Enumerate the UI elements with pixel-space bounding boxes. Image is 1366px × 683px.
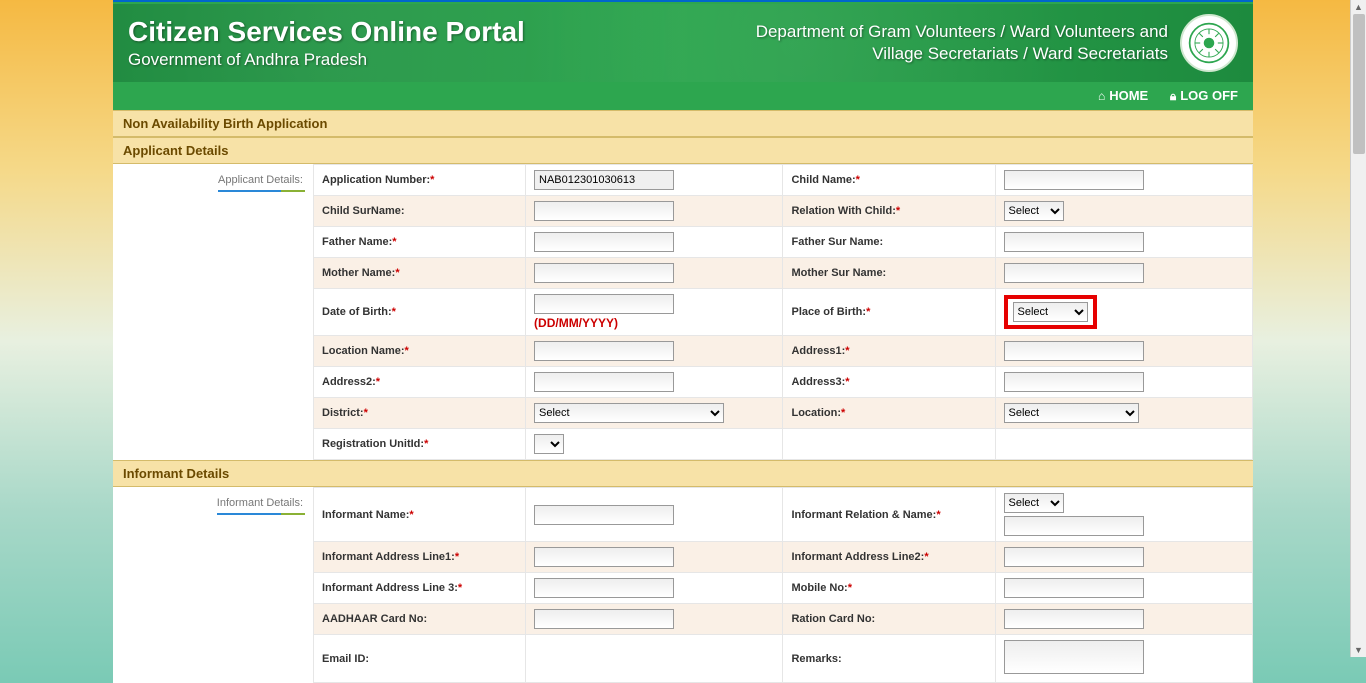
input-informant-addr2[interactable] [1004, 547, 1144, 567]
input-informant-relation-name[interactable] [1004, 516, 1144, 536]
label-mobile-no: Mobile No:* [783, 573, 995, 604]
scroll-down-icon[interactable]: ▼ [1354, 645, 1363, 655]
label-remarks: Remarks: [783, 635, 995, 683]
select-relation-child[interactable]: Select [1004, 201, 1064, 221]
scrollbar[interactable]: ▲ ▼ [1350, 0, 1366, 657]
informant-form-area: Informant Details: Informant Name:* Info… [113, 487, 1253, 683]
place-of-birth-highlight: Select [1004, 295, 1097, 329]
lock-icon: 🔒︎ [1170, 89, 1176, 103]
label-informant-name: Informant Name:* [314, 488, 526, 542]
label-informant-relation: Informant Relation & Name:* [783, 488, 995, 542]
input-informant-addr3[interactable] [534, 578, 674, 598]
dept-line2: Village Secretariats / Ward Secretariats [756, 43, 1168, 65]
textarea-remarks[interactable] [1004, 640, 1144, 674]
informant-side-label: Informant Details: [113, 487, 313, 683]
label-ration: Ration Card No: [783, 604, 995, 635]
input-aadhaar[interactable] [534, 609, 674, 629]
portal-title: Citizen Services Online Portal [128, 16, 525, 48]
applicant-form-area: Applicant Details: Application Number:* … [113, 164, 1253, 460]
input-father-name[interactable] [534, 232, 674, 252]
input-father-surname[interactable] [1004, 232, 1144, 252]
applicant-section-title: Applicant Details [113, 137, 1253, 164]
portal-subtitle: Government of Andhra Pradesh [128, 50, 525, 70]
nav-home[interactable]: ⌂HOME [1098, 88, 1148, 103]
applicant-side-label: Applicant Details: [113, 164, 313, 460]
label-child-name: Child Name:* [783, 165, 995, 196]
informant-form-table: Informant Name:* Informant Relation & Na… [313, 487, 1253, 683]
department-text: Department of Gram Volunteers / Ward Vol… [756, 21, 1168, 65]
label-child-surname: Child SurName: [314, 196, 526, 227]
input-child-name[interactable] [1004, 170, 1144, 190]
nav-logoff[interactable]: 🔒︎LOG OFF [1170, 88, 1238, 103]
label-registration-unit: Registration UnitId:* [314, 429, 526, 460]
page-container: Citizen Services Online Portal Governmen… [113, 0, 1253, 683]
label-place-of-birth: Place of Birth:* [783, 289, 995, 336]
label-mother-surname: Mother Sur Name: [783, 258, 995, 289]
label-informant-addr2: Informant Address Line2:* [783, 542, 995, 573]
page-title: Non Availability Birth Application [113, 110, 1253, 137]
label-application-number: Application Number:* [314, 165, 526, 196]
header-left: Citizen Services Online Portal Governmen… [128, 16, 525, 70]
label-email: Email ID: [314, 635, 526, 683]
applicant-form-table: Application Number:* Child Name:* Child … [313, 164, 1253, 460]
dob-hint: (DD/MM/YYYY) [534, 316, 774, 330]
label-aadhaar: AADHAAR Card No: [314, 604, 526, 635]
input-ration[interactable] [1004, 609, 1144, 629]
label-location-name: Location Name:* [314, 336, 526, 367]
input-dob[interactable] [534, 294, 674, 314]
input-mother-surname[interactable] [1004, 263, 1144, 283]
govt-logo [1180, 14, 1238, 72]
label-father-surname: Father Sur Name: [783, 227, 995, 258]
label-address2: Address2:* [314, 367, 526, 398]
select-location[interactable]: Select [1004, 403, 1139, 423]
home-icon: ⌂ [1098, 89, 1105, 103]
header-banner: Citizen Services Online Portal Governmen… [113, 4, 1253, 82]
input-location-name[interactable] [534, 341, 674, 361]
emblem-icon [1187, 21, 1231, 65]
label-address3: Address3:* [783, 367, 995, 398]
input-application-number[interactable] [534, 170, 674, 190]
scroll-up-icon[interactable]: ▲ [1354, 2, 1363, 12]
input-mobile-no[interactable] [1004, 578, 1144, 598]
select-district[interactable]: Select [534, 403, 724, 423]
dept-line1: Department of Gram Volunteers / Ward Vol… [756, 21, 1168, 43]
input-address2[interactable] [534, 372, 674, 392]
label-district: District:* [314, 398, 526, 429]
label-mother-name: Mother Name:* [314, 258, 526, 289]
select-informant-relation[interactable]: Select [1004, 493, 1064, 513]
content-area: Non Availability Birth Application Appli… [113, 110, 1253, 683]
input-child-surname[interactable] [534, 201, 674, 221]
nav-bar: ⌂HOME 🔒︎LOG OFF [113, 82, 1253, 110]
informant-section-title: Informant Details [113, 460, 1253, 487]
input-informant-name[interactable] [534, 505, 674, 525]
input-address3[interactable] [1004, 372, 1144, 392]
label-relation-child: Relation With Child:* [783, 196, 995, 227]
header-right: Department of Gram Volunteers / Ward Vol… [756, 14, 1238, 72]
label-father-name: Father Name:* [314, 227, 526, 258]
label-dob: Date of Birth:* [314, 289, 526, 336]
select-place-of-birth[interactable]: Select [1013, 302, 1088, 322]
label-informant-addr1: Informant Address Line1:* [314, 542, 526, 573]
label-location: Location:* [783, 398, 995, 429]
input-mother-name[interactable] [534, 263, 674, 283]
label-informant-addr3: Informant Address Line 3:* [314, 573, 526, 604]
input-address1[interactable] [1004, 341, 1144, 361]
select-registration-unit[interactable] [534, 434, 564, 454]
input-informant-addr1[interactable] [534, 547, 674, 567]
scrollbar-thumb[interactable] [1353, 14, 1365, 154]
label-address1: Address1:* [783, 336, 995, 367]
